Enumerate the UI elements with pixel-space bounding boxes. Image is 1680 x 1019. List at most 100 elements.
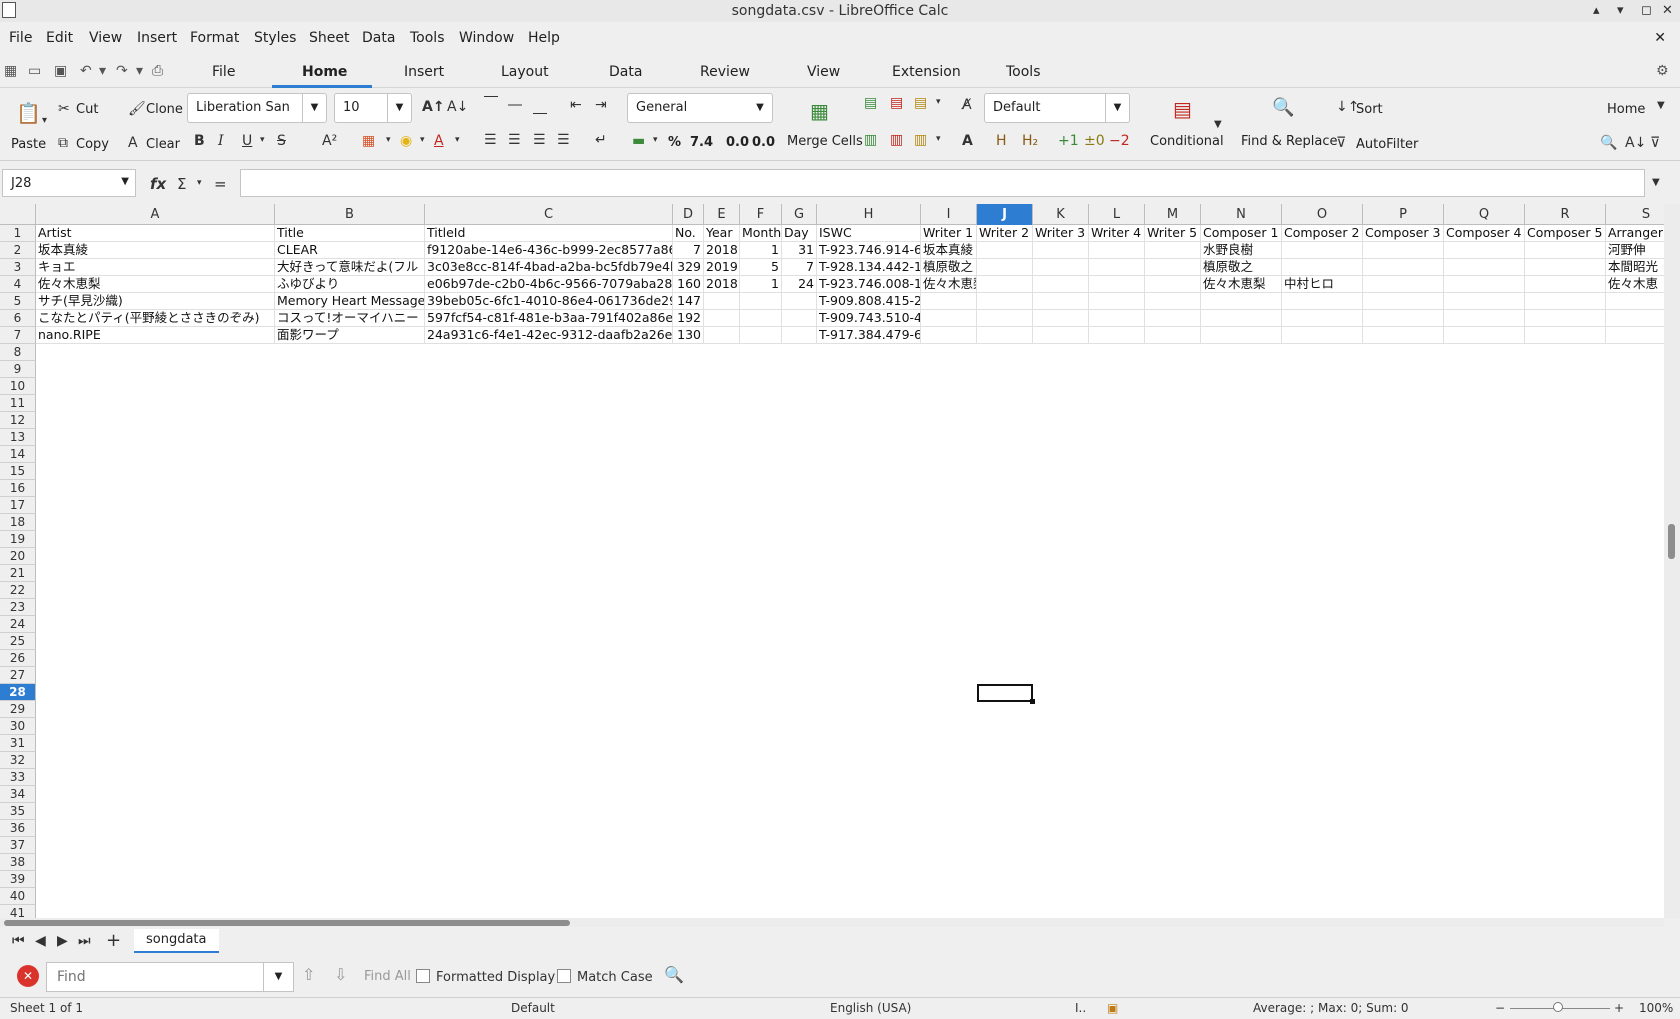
row-header-15[interactable]: 15 (0, 463, 36, 480)
cell-c2[interactable]: f9120abe-14e6-436c-b999-2ec8577a8636 (425, 242, 673, 259)
next-sheet-icon[interactable]: ▶ (57, 933, 68, 949)
standard-filter-icon[interactable]: ⊽ (1650, 135, 1660, 151)
cell-a1[interactable]: Artist (36, 225, 275, 242)
cell-n4[interactable]: 佐々木恵梨 (1201, 276, 1282, 293)
insert-rows-icon[interactable]: ▤ (864, 95, 877, 111)
cell-e7[interactable] (704, 327, 740, 344)
chevron-down-icon[interactable]: ▼ (748, 94, 772, 122)
cell-a4[interactable]: 佐々木恵梨 (36, 276, 275, 293)
horizontal-scrollbar[interactable] (0, 918, 1664, 927)
align-center-icon[interactable]: ☰ (508, 132, 521, 148)
heading2-icon[interactable]: H₂ (1022, 133, 1038, 149)
start-center-icon[interactable]: ▦ (4, 63, 17, 79)
cell-l5[interactable] (1089, 293, 1145, 310)
conditional-format-icon[interactable]: ▤ (1173, 97, 1192, 121)
column-options-dropdown-icon[interactable]: ▾ (936, 134, 941, 144)
cell-g5[interactable] (782, 293, 817, 310)
chevron-down-icon[interactable]: ▼ (121, 176, 129, 187)
find-replace-icon[interactable]: 🔍 (1272, 97, 1294, 118)
cell-b4[interactable]: ふゆびより (275, 276, 425, 293)
zoom-in-icon[interactable]: + (1614, 1001, 1624, 1015)
column-header-c[interactable]: C (425, 204, 673, 225)
cell-s3[interactable]: 本間昭光 (1606, 259, 1664, 276)
cell-a6[interactable]: こなたとパティ(平野綾とささきのぞみ) (36, 310, 275, 327)
row-header-23[interactable]: 23 (0, 599, 36, 616)
column-header-n[interactable]: N (1201, 204, 1282, 225)
row-header-25[interactable]: 25 (0, 633, 36, 650)
select-all-corner[interactable] (0, 204, 36, 225)
copy-icon[interactable]: ⧉ (58, 135, 68, 151)
formula-input[interactable] (240, 169, 1645, 197)
styles-icon[interactable]: A̸ (962, 97, 972, 113)
sheet-tab-songdata[interactable]: songdata (134, 929, 219, 953)
cell-l1[interactable]: Writer 4 (1089, 225, 1145, 242)
align-bottom-icon[interactable]: ⎽ (533, 99, 547, 115)
chevron-down-icon[interactable]: ▼ (387, 94, 411, 122)
minimize-button[interactable]: ▴ (1593, 0, 1600, 22)
row-header-24[interactable]: 24 (0, 616, 36, 633)
cell-s1[interactable]: Arranger (1606, 225, 1664, 242)
cell-p5[interactable] (1363, 293, 1444, 310)
column-header-h[interactable]: H (817, 204, 921, 225)
row-header-30[interactable]: 30 (0, 718, 36, 735)
spreadsheet-grid[interactable]: ABCDEFGHIJKLMNOPQRS 1 2 3 4 5 6 7 8 9 10 11 12 13 14 1… (0, 204, 1664, 918)
menu-view[interactable]: View (89, 30, 122, 46)
cell-q4[interactable] (1444, 276, 1525, 293)
tab-home[interactable]: Home (302, 64, 347, 80)
row-header-10[interactable]: 10 (0, 378, 36, 395)
row-header-38[interactable]: 38 (0, 854, 36, 871)
menu-window[interactable]: Window (459, 30, 514, 46)
undo-dropdown-icon[interactable]: ▾ (99, 63, 106, 79)
cell-n3[interactable]: 槙原敬之 (1201, 259, 1282, 276)
font-name-combo[interactable]: Liberation San ▼ (187, 93, 327, 123)
cell-q1[interactable]: Composer 4 (1444, 225, 1525, 242)
match-case-checkbox[interactable] (557, 969, 571, 983)
function-wizard-icon[interactable]: fx (150, 175, 166, 193)
cell-d1[interactable]: No. (673, 225, 704, 242)
insert-mode-icon[interactable]: I.. (1075, 1001, 1086, 1015)
align-top-icon[interactable]: ⎺ (484, 95, 498, 111)
column-header-a[interactable]: A (36, 204, 275, 225)
tab-data[interactable]: Data (609, 64, 642, 80)
cell-p7[interactable] (1363, 327, 1444, 344)
redo-icon[interactable]: ↷ (116, 63, 128, 79)
menu-sheet[interactable]: Sheet (309, 30, 349, 46)
align-right-icon[interactable]: ☰ (533, 132, 546, 148)
font-color-dropdown-icon[interactable]: ▾ (455, 135, 460, 145)
cell-b7[interactable]: 面影ワープ (275, 327, 425, 344)
cell-a5[interactable]: サチ(早見沙織) (36, 293, 275, 310)
cell-f4[interactable]: 1 (740, 276, 782, 293)
menu-file[interactable]: File (9, 30, 32, 46)
column-header-k[interactable]: K (1033, 204, 1089, 225)
cut-button[interactable]: Cut (76, 102, 98, 117)
restore-button[interactable]: ▾ (1617, 0, 1624, 22)
expand-formula-bar-icon[interactable]: ▼ (1652, 177, 1660, 188)
cell-m7[interactable] (1145, 327, 1201, 344)
align-left-icon[interactable]: ☰ (484, 132, 497, 148)
cell-m1[interactable]: Writer 5 (1145, 225, 1201, 242)
cell-a3[interactable]: キョエ (36, 259, 275, 276)
cell-j6[interactable] (977, 310, 1033, 327)
settings-gear-icon[interactable]: ⚙ (1656, 63, 1669, 79)
cell-n2[interactable]: 水野良樹 (1201, 242, 1282, 259)
cell-i6[interactable] (921, 310, 977, 327)
paste-icon[interactable]: 📋 (16, 101, 41, 125)
column-header-i[interactable]: I (921, 204, 977, 225)
bad-style-icon[interactable]: −2 (1109, 133, 1130, 149)
first-sheet-icon[interactable]: ⏮ (12, 933, 25, 949)
cell-d3[interactable]: 329 (673, 259, 704, 276)
last-sheet-icon[interactable]: ⏭ (78, 933, 91, 949)
cell-h7[interactable]: T-917.384.479-6 (817, 327, 921, 344)
home-menu-dropdown-icon[interactable]: ▼ (1657, 100, 1665, 111)
decrease-indent-icon[interactable]: ⇤ (570, 97, 582, 113)
neutral-style-icon[interactable]: ±0 (1084, 133, 1105, 149)
cell-c3[interactable]: 3c03e8cc-814f-4bad-a2ba-bc5fdb79e4b1 (425, 259, 673, 276)
match-case-option[interactable]: Match Case (557, 969, 653, 985)
cell-i3[interactable]: 槙原敬之 (921, 259, 977, 276)
cell-e3[interactable]: 2019 (704, 259, 740, 276)
row-header-40[interactable]: 40 (0, 888, 36, 905)
cell-n6[interactable] (1201, 310, 1282, 327)
row-header-11[interactable]: 11 (0, 395, 36, 412)
cell-d4[interactable]: 160 (673, 276, 704, 293)
row-header-20[interactable]: 20 (0, 548, 36, 565)
